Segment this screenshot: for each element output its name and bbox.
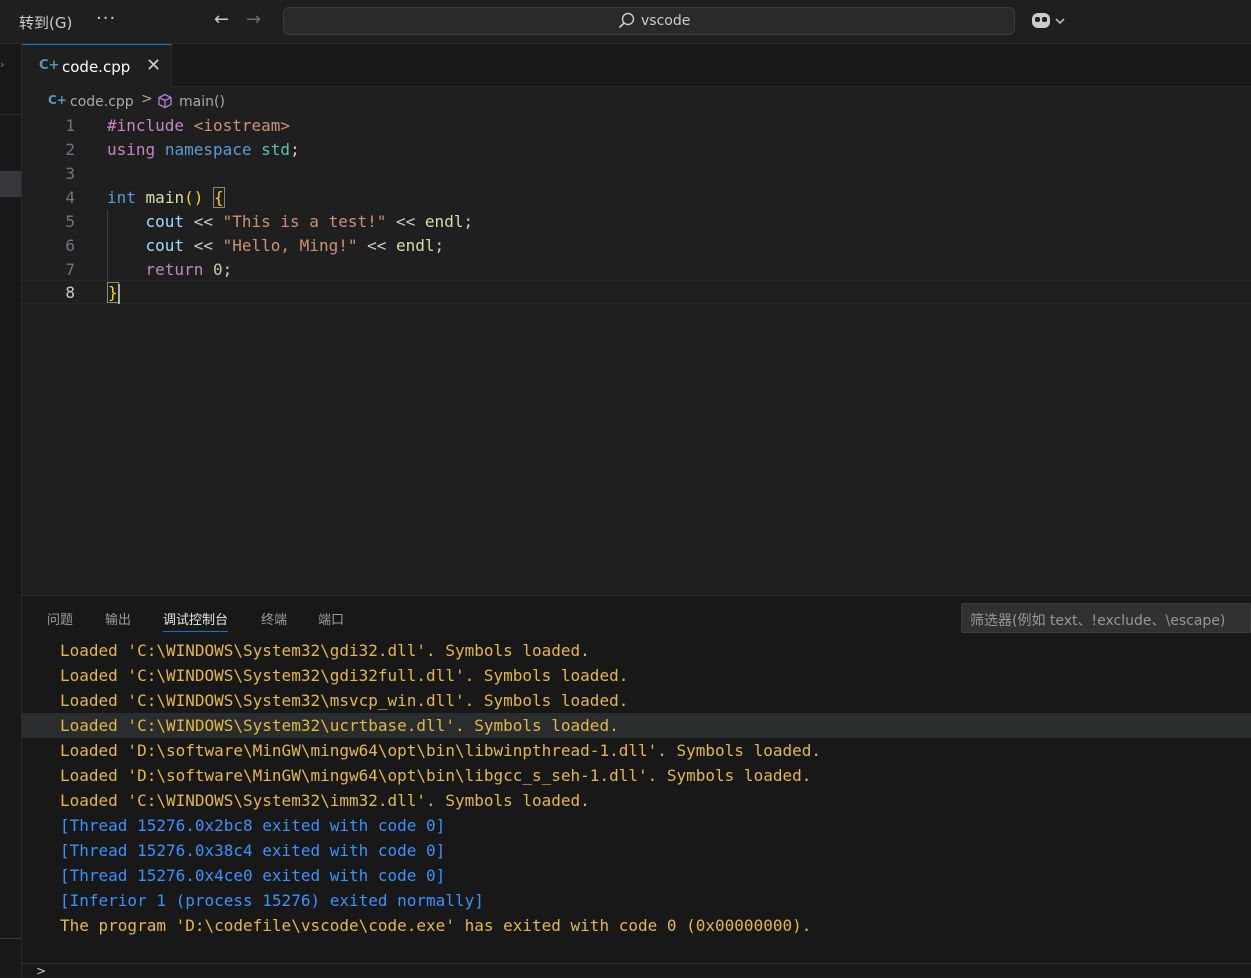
code-token: std: [261, 140, 291, 159]
line-number: 1: [65, 116, 75, 135]
code-token: "Hello, Ming!": [222, 236, 358, 255]
console-line-highlighted: Loaded 'C:\WINDOWS\System32\ucrtbase.dll…: [22, 713, 1251, 738]
code-token: using: [107, 140, 156, 159]
tab-label: code.cpp: [62, 58, 131, 76]
code-line: 3: [22, 162, 1251, 186]
search-text: vscode: [641, 13, 691, 29]
cpp-file-icon: C+: [48, 93, 67, 107]
code-token: cout: [145, 236, 185, 255]
title-bar: 转到(G) ··· ← → vscode: [0, 0, 1251, 44]
code-token: return: [145, 260, 204, 279]
line-number: 2: [65, 140, 75, 159]
matching-bracket: {: [212, 187, 225, 208]
menu-goto[interactable]: 转到(G): [19, 12, 72, 33]
line-number: 3: [65, 164, 75, 183]
back-arrow-icon[interactable]: ←: [214, 9, 229, 30]
code-token: ;: [434, 236, 445, 255]
breadcrumb: C+ code.cpp > main(): [22, 88, 1251, 114]
copilot-icon[interactable]: [1030, 9, 1070, 33]
line-number: 8: [65, 283, 75, 302]
code-editor[interactable]: 1 #include <iostream> 2 using namespace …: [22, 114, 1251, 594]
code-token: namespace: [164, 140, 252, 159]
tab-code-cpp[interactable]: C+ code.cpp ✕: [22, 44, 172, 87]
repl-input[interactable]: >: [22, 963, 1251, 978]
console-line: Loaded 'C:\WINDOWS\System32\msvcp_win.dl…: [60, 691, 629, 710]
console-line: [Thread 15276.0x2bc8 exited with code 0]: [60, 816, 446, 835]
line-number: 6: [65, 236, 75, 255]
divider: [0, 114, 21, 115]
code-token: ;: [463, 212, 474, 231]
bottom-panel: 问题 输出 调试控制台 终端 端口 筛选器(例如 text、!exclude、\…: [22, 595, 1251, 978]
forward-arrow-icon[interactable]: →: [246, 9, 261, 30]
code-token: 0: [212, 260, 223, 279]
console-line: Loaded 'D:\software\MinGW\mingw64\opt\bi…: [60, 741, 821, 760]
filter-input[interactable]: 筛选器(例如 text、!exclude、\escape): [961, 603, 1251, 633]
tab-terminal[interactable]: 终端: [261, 609, 287, 628]
code-token: <<: [367, 236, 387, 255]
console-line: [Thread 15276.0x38c4 exited with code 0]: [60, 841, 446, 860]
console-line: Loaded 'C:\WINDOWS\System32\imm32.dll'. …: [60, 791, 590, 810]
console-line: [Inferior 1 (process 15276) exited norma…: [60, 891, 484, 910]
code-token: main: [145, 188, 185, 207]
command-center-search[interactable]: vscode: [283, 7, 1015, 35]
code-line-current: 8 }: [22, 280, 1251, 304]
tab-output[interactable]: 输出: [105, 609, 131, 628]
chevron-right-icon[interactable]: ›: [0, 58, 4, 71]
code-token: "This is a test!": [222, 212, 387, 231]
console-line: Loaded 'C:\WINDOWS\System32\gdi32.dll'. …: [60, 641, 590, 660]
line-number: 5: [65, 212, 75, 231]
code-line: 7 return 0;: [22, 258, 1251, 282]
code-line: 4 int main() {: [22, 186, 1251, 210]
code-token: <iostream>: [193, 116, 291, 135]
activity-selected-item[interactable]: [0, 171, 21, 197]
more-menu-icon[interactable]: ···: [96, 8, 116, 29]
code-token: endl: [396, 236, 435, 255]
cpp-file-icon: C+: [39, 58, 60, 73]
code-token: <<: [396, 212, 416, 231]
search-icon: [618, 12, 635, 29]
code-token: (): [184, 188, 204, 207]
code-token: <<: [193, 236, 213, 255]
line-number: 4: [65, 188, 75, 207]
code-token: #include: [107, 116, 185, 135]
console-line: [Thread 15276.0x4ce0 exited with code 0]: [60, 866, 446, 885]
debug-console-output[interactable]: Loaded 'C:\WINDOWS\System32\gdi32.dll'. …: [22, 638, 1251, 963]
console-line: Loaded 'C:\WINDOWS\System32\gdi32full.dl…: [60, 666, 629, 685]
tab-problems[interactable]: 问题: [47, 609, 73, 628]
breadcrumb-symbol[interactable]: main(): [179, 94, 225, 110]
code-token: ;: [290, 140, 300, 159]
code-token: ;: [222, 260, 233, 279]
repl-prompt-icon: >: [36, 964, 47, 978]
text-cursor: [117, 283, 120, 304]
code-line: 2 using namespace std;: [22, 138, 1251, 162]
code-token: endl: [424, 212, 464, 231]
breadcrumb-file[interactable]: code.cpp: [70, 94, 134, 110]
console-line: The program 'D:\codefile\vscode\code.exe…: [60, 916, 812, 935]
tab-ports[interactable]: 端口: [318, 609, 344, 628]
code-token: cout: [145, 212, 185, 231]
code-line: 5 cout << "This is a test!" << endl;: [22, 210, 1251, 234]
method-symbol-icon: [158, 93, 172, 109]
console-line: Loaded 'D:\software\MinGW\mingw64\opt\bi…: [60, 766, 812, 785]
code-line: 1 #include <iostream>: [22, 114, 1251, 138]
divider: [0, 938, 21, 939]
close-icon[interactable]: ✕: [146, 55, 161, 76]
chevron-right-icon: >: [141, 91, 153, 107]
code-token: <<: [193, 212, 213, 231]
tab-debug-console[interactable]: 调试控制台: [163, 609, 229, 632]
code-token: int: [107, 188, 136, 207]
editor-tab-bar: C+ code.cpp ✕: [22, 44, 1251, 87]
activity-bar: ›: [0, 44, 22, 977]
line-number: 7: [65, 260, 75, 279]
code-line: 6 cout << "Hello, Ming!" << endl;: [22, 234, 1251, 258]
